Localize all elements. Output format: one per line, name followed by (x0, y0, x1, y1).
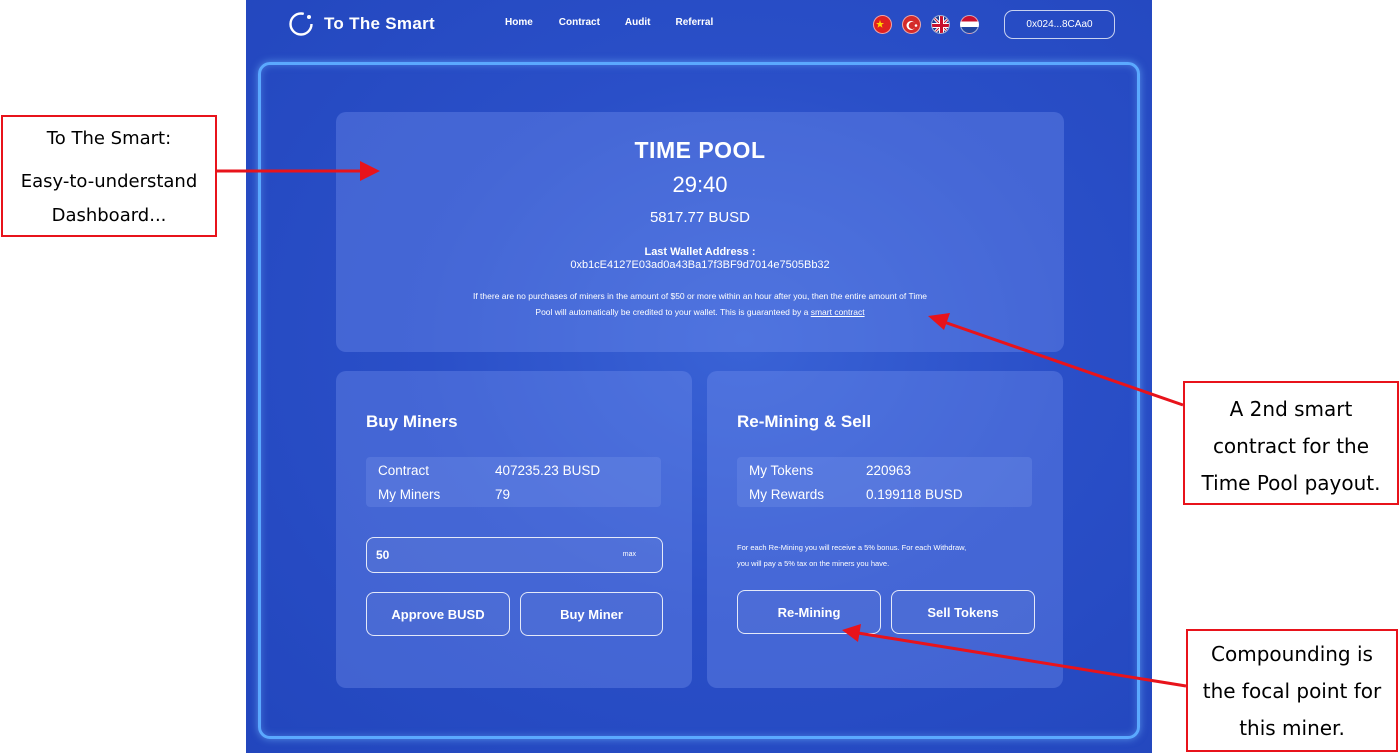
chinese-flag-icon[interactable] (873, 15, 892, 34)
stat-value: 220963 (866, 463, 912, 478)
connected-wallet-button[interactable]: 0x024...8CAa0 (1004, 10, 1115, 39)
time-pool-amount: 5817.77 BUSD (649, 209, 751, 226)
remining-sell-card: Re-Mining & Sell My Tokens 220963 My Rew… (707, 371, 1063, 688)
annotation-smart-contract: A 2nd smart contract for the Time Pool p… (1183, 381, 1399, 505)
buy-miners-title: Buy Miners (366, 412, 458, 431)
main-nav: Home Contract Audit Referral (505, 17, 713, 28)
sell-tokens-button[interactable]: Sell Tokens (891, 590, 1035, 634)
stat-my-rewards: My Rewards 0.199118 BUSD (749, 487, 963, 502)
stat-value: 407235.23 BUSD (495, 463, 601, 478)
stat-label: Contract (378, 463, 430, 478)
language-selector (873, 15, 979, 34)
nav-home[interactable]: Home (505, 17, 533, 28)
annotation-line: contract for the (1212, 434, 1370, 458)
stat-label: My Tokens (749, 463, 814, 478)
remining-note: For each Re-Mining you will receive a 5%… (737, 540, 1037, 572)
stat-value: 0.199118 BUSD (866, 487, 963, 502)
remining-stats: My Tokens 220963 My Rewards 0.199118 BUS… (737, 457, 1032, 507)
brand-name: To The Smart (324, 14, 435, 33)
remining-title: Re-Mining & Sell (737, 412, 872, 431)
busd-amount-input[interactable]: 50 max (366, 537, 663, 573)
stat-contract: Contract 407235.23 BUSD (378, 463, 600, 478)
annotation-line: A 2nd smart (1229, 397, 1353, 421)
turkish-flag-icon[interactable] (902, 15, 921, 34)
time-pool-countdown: 29:40 (672, 172, 728, 197)
annotation-line: Compounding is (1211, 642, 1373, 666)
uk-flag-icon[interactable] (931, 15, 950, 34)
brand-logo[interactable]: To The Smart (288, 11, 435, 37)
annotation-line: this miner. (1239, 716, 1345, 740)
remining-button[interactable]: Re-Mining (737, 590, 881, 634)
time-pool-panel: TIME POOL 29:40 5817.77 BUSD Last Wallet… (336, 112, 1064, 352)
time-pool-title: TIME POOL (634, 137, 766, 163)
time-pool-notice: If there are no purchases of miners in t… (410, 288, 990, 320)
smart-contract-link[interactable]: smart contract (811, 307, 865, 317)
nav-contract[interactable]: Contract (559, 17, 600, 28)
nav-referral[interactable]: Referral (675, 17, 713, 28)
buy-miners-stats: Contract 407235.23 BUSD My Miners 79 (366, 457, 661, 507)
top-navbar: To The Smart Home Contract Audit Referra… (246, 0, 1152, 50)
annotation-line: the focal point for (1202, 679, 1382, 703)
last-wallet-address: 0xb1cE4127E03ad0a43Ba17f3BF9d7014e7505Bb… (570, 259, 830, 271)
notice-line-2-text: Pool will automatically be credited to y… (535, 307, 809, 317)
annotation-line: To The Smart: (46, 128, 172, 149)
remining-note-line-1: For each Re-Mining you will receive a 5%… (737, 543, 967, 552)
buy-miner-button[interactable]: Buy Miner (520, 592, 663, 636)
stat-my-tokens: My Tokens 220963 (749, 463, 911, 478)
annotation-compounding: Compounding is the focal point for this … (1186, 629, 1398, 752)
stat-my-miners: My Miners 79 (378, 487, 510, 502)
annotation-line: Time Pool payout. (1201, 471, 1381, 495)
annotation-line: Easy-to-understand (20, 171, 198, 192)
nav-audit[interactable]: Audit (625, 17, 651, 28)
annotation-line: Dashboard... (51, 205, 167, 226)
notice-line-2: Pool will automatically be credited to y… (410, 304, 990, 320)
stat-value: 79 (495, 487, 511, 502)
annotation-dashboard: To The Smart: Easy-to-understand Dashboa… (1, 115, 217, 237)
remining-note-line-2: you will pay a 5% tax on the miners you … (737, 559, 890, 568)
notice-line-1: If there are no purchases of miners in t… (472, 291, 928, 301)
approve-busd-button[interactable]: Approve BUSD (366, 592, 510, 636)
logo-icon (289, 12, 313, 36)
max-button[interactable]: max (623, 551, 636, 558)
last-wallet-label: Last Wallet Address : (644, 246, 756, 258)
stat-label: My Rewards (749, 487, 825, 502)
netherlands-flag-icon[interactable] (960, 15, 979, 34)
dapp-window: To The Smart Home Contract Audit Referra… (246, 0, 1152, 753)
buy-miners-card: Buy Miners Contract 407235.23 BUSD My Mi… (336, 371, 692, 688)
amount-input-value: 50 (376, 548, 390, 562)
screenshot-canvas: To The Smart Home Contract Audit Referra… (0, 0, 1400, 753)
stat-label: My Miners (378, 487, 441, 502)
